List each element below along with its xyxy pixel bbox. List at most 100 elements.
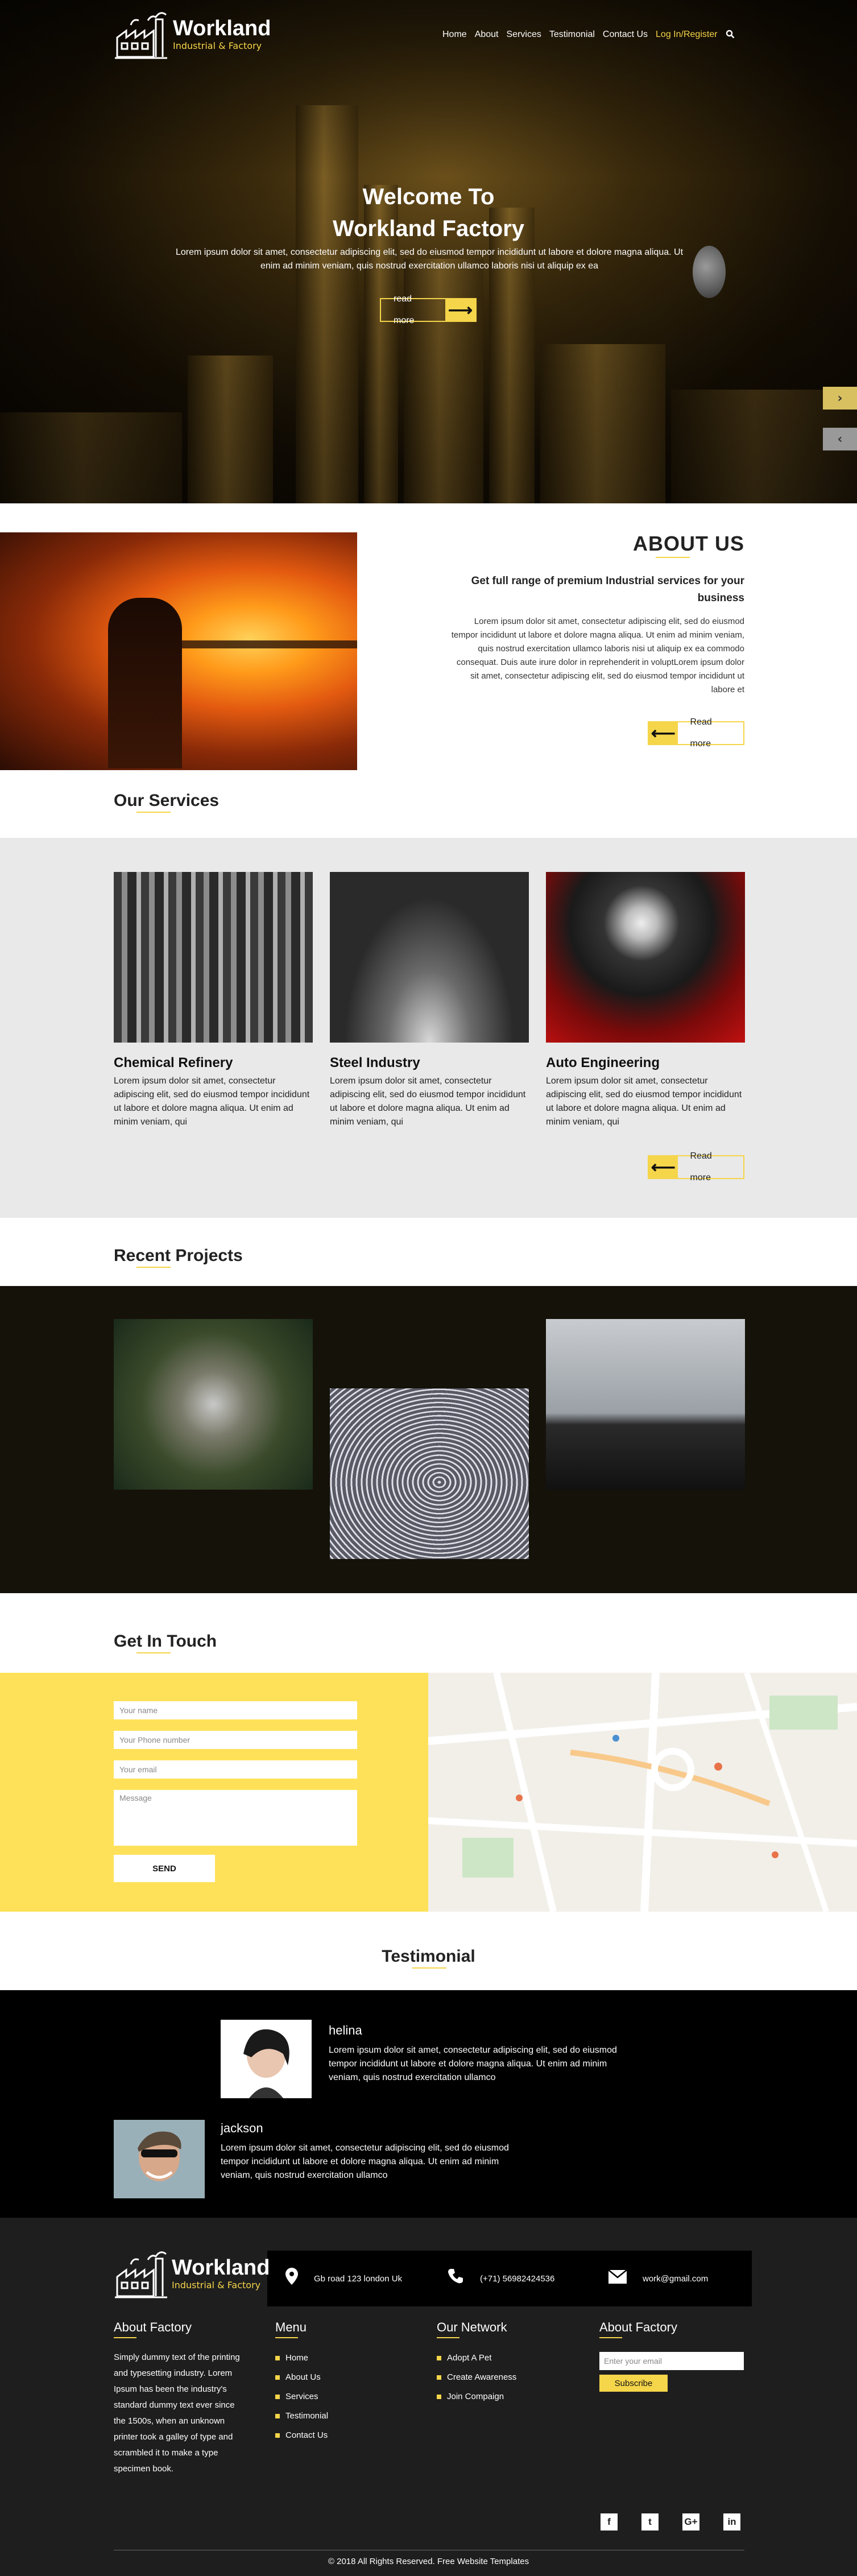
about-read-more-button[interactable]: ⟵ Read more xyxy=(648,717,744,749)
footer-menu-item[interactable]: Testimonial xyxy=(275,2407,328,2426)
about-read-more-label: Read more xyxy=(690,717,712,749)
arrow-right-icon: ⟶ xyxy=(445,299,475,321)
steel-industry-image xyxy=(330,872,529,1043)
footer-about-title: About Factory xyxy=(114,2320,246,2338)
project-engine-image[interactable] xyxy=(114,1319,313,1490)
facebook-icon[interactable]: f xyxy=(601,2513,618,2530)
factory-icon xyxy=(115,2251,167,2298)
footer-about-col: About Factory Simply dummy text of the p… xyxy=(114,2320,246,2477)
testimonial-text: Lorem ipsum dolor sit amet, consectetur … xyxy=(221,2143,509,2180)
message-field[interactable]: Message xyxy=(114,1790,357,1846)
projects-title: Recent Projects xyxy=(114,1246,243,1268)
footer-brand-title: Workland xyxy=(172,2256,270,2280)
nav-login-register[interactable]: Log In/Register xyxy=(656,30,718,42)
hero-title-line2: Workland Factory xyxy=(332,216,525,241)
top-nav: Workland Industrial & Factory Home About… xyxy=(0,0,857,68)
email-text[interactable]: work@gmail.com xyxy=(643,2274,708,2284)
factory-icon xyxy=(115,12,167,59)
nav-testimonial[interactable]: Testimonial xyxy=(549,30,595,42)
about-title: ABOUT US xyxy=(633,532,744,558)
footer-menu-item[interactable]: Home xyxy=(275,2348,328,2368)
footer-menu-title: Menu xyxy=(275,2320,328,2338)
footer-brand-subtitle: Industrial & Factory xyxy=(172,2280,261,2290)
footer-menu-item[interactable]: Contact Us xyxy=(275,2426,328,2445)
linkedin-icon[interactable]: in xyxy=(723,2513,740,2530)
map-graphic xyxy=(428,1673,857,1912)
mail-icon xyxy=(608,2269,627,2288)
services-read-more-button[interactable]: ⟵ Read more xyxy=(648,1151,744,1182)
about-subtitle: Get full range of premium Industrial ser… xyxy=(471,575,744,604)
footer-network-item[interactable]: Create Awareness xyxy=(437,2368,516,2387)
read-more-button[interactable]: read more ⟶ xyxy=(380,294,477,325)
projects-header: Recent Projects xyxy=(0,1218,857,1286)
subscribe-button[interactable]: Subscribe xyxy=(599,2375,668,2392)
service-text: Lorem ipsum dolor sit amet, consectetur … xyxy=(546,1076,742,1127)
chemical-refinery-image xyxy=(114,872,313,1043)
footer-network-list: Adopt A Pet Create Awareness Join Compai… xyxy=(437,2348,516,2407)
send-button[interactable]: SEND xyxy=(114,1855,215,1882)
brand-title: Workland xyxy=(173,16,271,40)
contact-title: Get In Touch xyxy=(114,1632,217,1653)
slider-next-icon[interactable]: › xyxy=(823,387,857,410)
nav-home[interactable]: Home xyxy=(442,30,467,42)
google-plus-icon[interactable]: G+ xyxy=(682,2513,699,2530)
testimonial-name: helina xyxy=(329,2023,362,2037)
nav-about[interactable]: About xyxy=(475,30,499,42)
contact-info-bar: Gb road 123 london Uk (+71) 56982424536 … xyxy=(267,2251,752,2306)
footer-menu-item[interactable]: Services xyxy=(275,2387,328,2407)
project-wire-image[interactable] xyxy=(330,1388,529,1559)
subscribe-email-input[interactable]: Enter your email xyxy=(599,2352,744,2370)
footer-logo[interactable]: Workland Industrial & Factory xyxy=(114,2247,270,2300)
map-pin-icon xyxy=(285,2268,298,2289)
footer-menu-item[interactable]: About Us xyxy=(275,2368,328,2387)
footer-network-col: Our Network Adopt A Pet Create Awareness… xyxy=(437,2320,516,2407)
brand-subtitle: Industrial & Factory xyxy=(173,40,262,51)
about-section: ABOUT US Get full range of premium Indus… xyxy=(0,503,857,770)
footer-menu-list: Home About Us Services Testimonial Conta… xyxy=(275,2348,328,2445)
avatar xyxy=(114,2120,205,2198)
auto-engineering-image xyxy=(546,872,745,1043)
twitter-icon[interactable]: t xyxy=(641,2513,659,2530)
email-field[interactable]: Your email xyxy=(114,1760,357,1779)
service-title: Steel Industry xyxy=(330,1055,420,1070)
footer-network-item[interactable]: Adopt A Pet xyxy=(437,2348,516,2368)
contact-header: Get In Touch xyxy=(0,1593,857,1673)
contact-form: Your name Your Phone number Your email M… xyxy=(0,1673,428,1912)
testimonial-text: Lorem ipsum dolor sit amet, consectetur … xyxy=(329,2045,617,2082)
main-menu: Home About Services Testimonial Contact … xyxy=(442,30,735,42)
testimonial-header: Testimonial xyxy=(0,1912,857,1990)
service-card[interactable]: Auto Engineering Lorem ipsum dolor sit a… xyxy=(546,872,745,1129)
services-read-more-label: Read more xyxy=(690,1151,712,1182)
hero-section: Workland Industrial & Factory Home About… xyxy=(0,0,857,503)
name-field[interactable]: Your name xyxy=(114,1701,357,1719)
service-title: Auto Engineering xyxy=(546,1055,660,1070)
location-map[interactable] xyxy=(428,1673,857,1912)
footer-menu-col: Menu Home About Us Services Testimonial … xyxy=(275,2320,328,2445)
hero-text: Lorem ipsum dolor sit amet, consectetur … xyxy=(175,247,684,271)
testimonial-title: Testimonial xyxy=(0,1947,857,1969)
arrow-left-icon: ⟵ xyxy=(649,722,678,744)
brand-logo[interactable]: Workland Industrial & Factory xyxy=(114,8,271,60)
footer-network-title: Our Network xyxy=(437,2320,516,2338)
footer-subscribe-col: About Factory Enter your email Subscribe xyxy=(599,2320,744,2392)
project-refinery-image[interactable] xyxy=(546,1319,745,1490)
nav-services[interactable]: Services xyxy=(507,30,541,42)
search-icon[interactable] xyxy=(726,30,735,42)
phone-text[interactable]: (+71) 56982424536 xyxy=(480,2274,554,2284)
service-card[interactable]: Steel Industry Lorem ipsum dolor sit ame… xyxy=(330,872,529,1129)
email-item: work@gmail.com xyxy=(590,2269,752,2288)
footer-subscribe-title: About Factory xyxy=(599,2320,744,2338)
footer-about-text: Simply dummy text of the printing and ty… xyxy=(114,2352,240,2474)
footer: Gb road 123 london Uk (+71) 56982424536 … xyxy=(0,2218,857,2576)
slider-prev-icon[interactable]: ‹ xyxy=(823,428,857,450)
testimonial-section: helina Lorem ipsum dolor sit amet, conse… xyxy=(0,1990,857,2218)
footer-network-item[interactable]: Join Compaign xyxy=(437,2387,516,2407)
about-text: Lorem ipsum dolor sit amet, consectetur … xyxy=(451,617,744,694)
testimonial-name: jackson xyxy=(221,2121,263,2135)
phone-field[interactable]: Your Phone number xyxy=(114,1731,357,1749)
foundry-worker-image xyxy=(0,532,357,770)
services-header: Our Services xyxy=(0,770,857,838)
projects-section xyxy=(0,1286,857,1593)
nav-contact[interactable]: Contact Us xyxy=(603,30,648,42)
service-card[interactable]: Chemical Refinery Lorem ipsum dolor sit … xyxy=(114,872,313,1129)
